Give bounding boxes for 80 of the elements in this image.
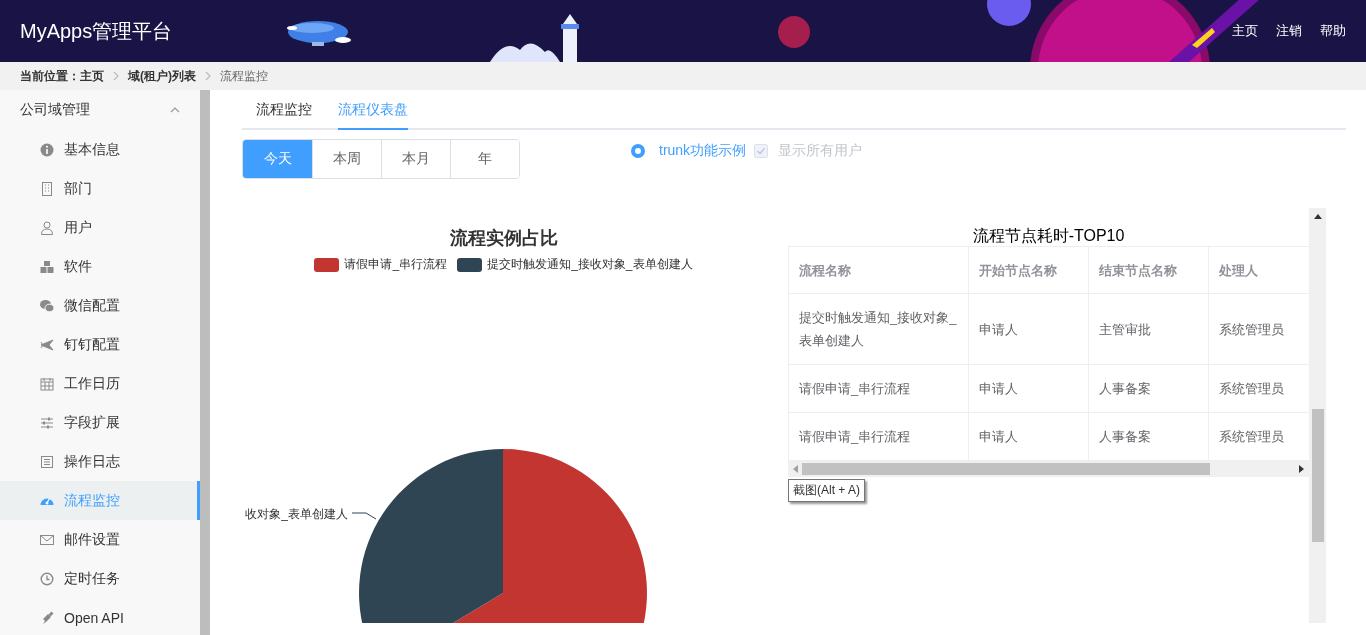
- info-icon: [40, 142, 54, 157]
- arrow-up-icon: [1313, 214, 1322, 219]
- menu-item-label: 微信配置: [64, 296, 120, 315]
- menu-item-label: 钉钉配置: [64, 335, 120, 354]
- menu-item-label: 流程监控: [64, 491, 120, 510]
- app-title: MyApps管理平台: [20, 18, 173, 44]
- table-cell: 提交时触发通知_接收对象_表单创建人: [789, 293, 969, 365]
- chat-icon: [40, 298, 54, 313]
- column-header: 流程名称: [789, 246, 969, 294]
- menu-item[interactable]: 软件: [0, 247, 200, 286]
- nav-link[interactable]: 帮助: [1320, 22, 1346, 40]
- legend-label[interactable]: 提交时触发通知_接收对象_表单创建人: [487, 256, 693, 273]
- leader-line: [351, 512, 377, 520]
- pie-chart[interactable]: [359, 449, 647, 623]
- menu-item-label: Open API: [64, 609, 124, 626]
- menu-item-label: 基本信息: [64, 140, 120, 159]
- menu-item-label: 软件: [64, 257, 92, 276]
- arrow-right-icon: [1299, 465, 1304, 473]
- menu-item[interactable]: 邮件设置: [0, 520, 200, 559]
- menu-item-label: 字段扩展: [64, 413, 120, 432]
- plug-icon: [40, 610, 54, 625]
- user-icon: [40, 220, 54, 235]
- legend-swatch[interactable]: [314, 257, 340, 272]
- table-cell: 主管审批: [1088, 293, 1209, 365]
- breadcrumb-link[interactable]: 主页: [80, 67, 104, 85]
- horizontal-scrollbar[interactable]: [788, 461, 1309, 477]
- legend-swatch[interactable]: [457, 257, 483, 272]
- table-cell: 申请人: [968, 412, 1089, 461]
- table-cell: 申请人: [968, 364, 1089, 413]
- sliders-icon: [40, 415, 54, 430]
- menu-item[interactable]: 部门: [0, 169, 200, 208]
- table-cell: 申请人: [968, 293, 1089, 365]
- calendar-icon: [40, 376, 54, 391]
- document-icon: [40, 454, 54, 469]
- legend-label[interactable]: 请假申请_串行流程: [344, 256, 448, 273]
- menu-item[interactable]: 工作日历: [0, 364, 200, 403]
- menu-item[interactable]: 基本信息: [0, 130, 200, 169]
- cubes-icon: [40, 259, 54, 274]
- chevron-right-icon: [112, 71, 120, 81]
- menu-group-header[interactable]: 公司域管理: [0, 90, 200, 130]
- menu-item[interactable]: 钉钉配置: [0, 325, 200, 364]
- slice-label: 收对象_表单创建人: [245, 506, 348, 521]
- scrollbar[interactable]: [200, 90, 210, 635]
- arrow-left-icon: [793, 465, 798, 473]
- mail-icon: [40, 532, 54, 547]
- nav-link[interactable]: 注销: [1276, 22, 1302, 40]
- menu-item-label: 用户: [64, 218, 92, 237]
- breadcrumb-label: 当前位置：: [20, 67, 80, 85]
- nav-link[interactable]: 主页: [1232, 22, 1258, 40]
- menu-item[interactable]: Open API: [0, 598, 200, 635]
- menu-item[interactable]: 用户: [0, 208, 200, 247]
- column-header: 结束节点名称: [1088, 246, 1209, 294]
- tab[interactable]: 流程监控: [256, 90, 312, 130]
- menu-item-label: 部门: [64, 179, 92, 198]
- menu-item-label: 定时任务: [64, 569, 120, 588]
- menu-item-label: 工作日历: [64, 374, 120, 393]
- period-button[interactable]: 年: [450, 140, 519, 178]
- menu-item[interactable]: 微信配置: [0, 286, 200, 325]
- scrollbar-thumb[interactable]: [802, 463, 1210, 475]
- column-header: 开始节点名称: [968, 246, 1089, 294]
- menu-item[interactable]: 定时任务: [0, 559, 200, 598]
- tooltip: 截图(Alt + A): [788, 479, 865, 502]
- chart-title: 流程实例占比: [449, 227, 558, 250]
- menu-item-label: 操作日志: [64, 452, 120, 471]
- table-cell: 人事备案: [1088, 364, 1209, 413]
- menu-item[interactable]: 字段扩展: [0, 403, 200, 442]
- breadcrumb-link[interactable]: 流程监控: [220, 67, 268, 85]
- building-icon: [40, 181, 54, 196]
- table-cell: 请假申请_串行流程: [789, 364, 969, 413]
- menu-item[interactable]: 操作日志: [0, 442, 200, 481]
- clock-icon: [40, 571, 54, 586]
- scrollbar-thumb[interactable]: [1311, 409, 1324, 542]
- chevron-right-icon: [204, 71, 212, 81]
- vertical-scrollbar[interactable]: [1309, 208, 1326, 623]
- table-title: 流程节点耗时-TOP10: [971, 226, 1126, 246]
- table-cell: 请假申请_串行流程: [789, 412, 969, 461]
- radio-button[interactable]: [631, 144, 645, 158]
- table-cell: 人事备案: [1088, 412, 1209, 461]
- breadcrumb-link[interactable]: 域(租户)列表: [128, 67, 196, 85]
- menu-item-label: 邮件设置: [64, 530, 120, 549]
